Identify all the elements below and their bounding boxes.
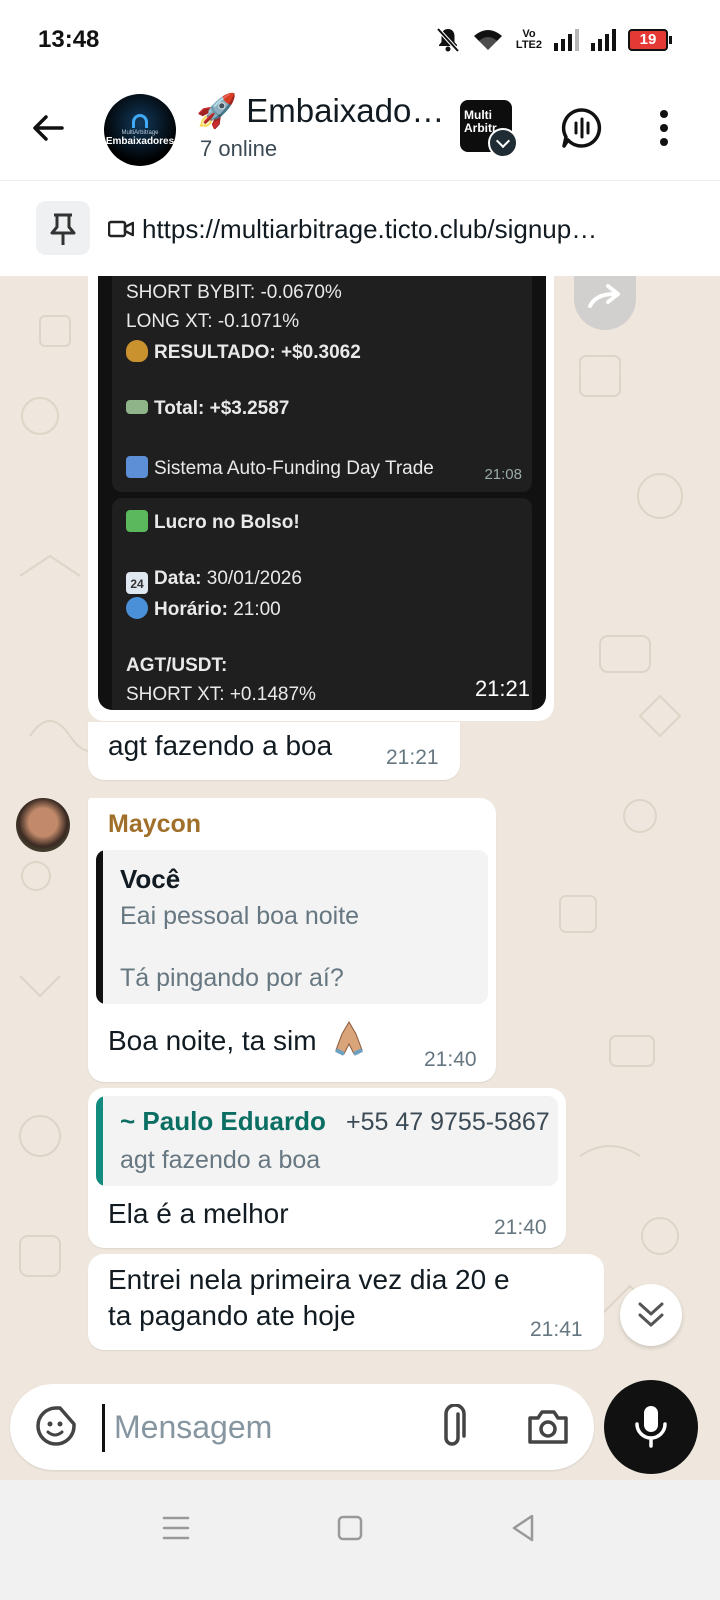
pinned-link-text[interactable]: https://multiarbitrage.ticto.club/signup…: [142, 214, 662, 245]
chat-area[interactable]: SHORT BYBIT: -0.0670% LONG XT: -0.1071% …: [0, 276, 720, 1380]
pin-button[interactable]: [36, 201, 90, 255]
message-composer[interactable]: [10, 1384, 594, 1470]
message-bubble[interactable]: agt fazendo a boa 21:21: [88, 722, 460, 780]
quote-bar: [96, 850, 103, 1004]
group-avatar[interactable]: MultiArbitrage Embaixadores: [104, 94, 176, 166]
forward-icon: [588, 284, 620, 308]
alarm-clock-icon: [126, 597, 148, 619]
group-subtitle: 7 online: [200, 136, 278, 161]
message-text: ta pagando ate hoje: [108, 1300, 356, 1331]
status-time: 13:48: [38, 26, 100, 53]
bell-muted-icon: [436, 27, 460, 53]
message-input[interactable]: [114, 1402, 414, 1452]
folded-hands-icon: [335, 1021, 364, 1056]
scroll-down-button[interactable]: [620, 1284, 682, 1346]
pin-icon: [50, 213, 76, 245]
message-time: 21:21: [386, 746, 439, 769]
text-cursor: [102, 1404, 105, 1452]
chevron-down-icon[interactable]: [488, 128, 518, 158]
attach-icon[interactable]: [438, 1404, 468, 1450]
calendar-icon: 24: [126, 572, 148, 594]
double-chevron-down-icon: [638, 1302, 664, 1327]
sticker-icon[interactable]: [34, 1404, 78, 1448]
message-time: 21:40: [494, 1216, 547, 1239]
microphone-icon: [635, 1406, 667, 1448]
signal-icon: [554, 29, 579, 51]
image-message[interactable]: SHORT BYBIT: -0.0670% LONG XT: -0.1071% …: [88, 276, 554, 721]
group-title[interactable]: 🚀 Embaixado…: [196, 92, 444, 131]
check-mark-icon: [126, 510, 148, 532]
message-time: 21:40: [424, 1048, 477, 1071]
message-text: Ela é a melhor: [108, 1198, 289, 1229]
avatar[interactable]: [16, 798, 70, 852]
more-options-icon[interactable]: [652, 106, 676, 150]
message-text: Entrei nela primeira vez dia 20 e: [108, 1264, 510, 1295]
wifi-icon: [473, 30, 502, 50]
back-icon[interactable]: [506, 1510, 542, 1546]
signal-icon: [591, 29, 616, 51]
bar-chart-icon: [126, 456, 148, 478]
message-text: agt fazendo a boa: [108, 730, 333, 761]
status-bar: 13:48 Vo LTE2 19: [0, 0, 720, 80]
status-icons: Vo LTE2 19: [436, 26, 672, 54]
message-bubble[interactable]: ~ Paulo Eduardo +55 47 9755-5867 agt faz…: [88, 1088, 566, 1248]
quoted-message[interactable]: Você Eai pessoal boa noite Tá pingando p…: [96, 850, 488, 1004]
message-text: Boa noite, ta sim: [108, 1020, 366, 1057]
recent-apps-icon[interactable]: [158, 1510, 194, 1546]
pinned-message-bar[interactable]: https://multiarbitrage.ticto.club/signup…: [0, 180, 720, 276]
message-bubble[interactable]: Entrei nela primeira vez dia 20 e ta pag…: [88, 1254, 604, 1350]
banknote-icon: [126, 400, 148, 414]
money-bag-icon: [126, 340, 148, 362]
result-card: SHORT BYBIT: -0.0670% LONG XT: -0.1071% …: [112, 276, 532, 492]
mic-button[interactable]: [604, 1380, 698, 1474]
voice-chat-icon[interactable]: [560, 106, 604, 150]
sender-name[interactable]: Maycon: [108, 810, 201, 839]
screenshot-image[interactable]: SHORT BYBIT: -0.0670% LONG XT: -0.1071% …: [98, 276, 546, 710]
battery-icon: 19: [628, 29, 672, 51]
message-bubble[interactable]: Você Eai pessoal boa noite Tá pingando p…: [88, 798, 496, 1082]
lte-indicator: Vo LTE2: [515, 28, 542, 51]
quoted-message[interactable]: ~ Paulo Eduardo +55 47 9755-5867 agt faz…: [96, 1096, 558, 1186]
home-icon[interactable]: [332, 1510, 368, 1546]
quote-bar: [96, 1096, 103, 1186]
system-nav-bar: [0, 1480, 720, 1600]
forward-button[interactable]: [574, 276, 636, 330]
chat-header[interactable]: MultiArbitrage Embaixadores 🚀 Embaixado……: [0, 80, 720, 180]
message-time: 21:41: [530, 1318, 583, 1341]
video-icon: [108, 220, 134, 238]
profit-card: Lucro no Bolso! 24 Data: 30/01/2026 Horár…: [112, 498, 532, 710]
message-time: 21:21: [474, 676, 530, 701]
camera-icon[interactable]: [526, 1406, 570, 1446]
back-arrow-icon[interactable]: [28, 108, 68, 148]
logo-icon: [132, 113, 148, 128]
